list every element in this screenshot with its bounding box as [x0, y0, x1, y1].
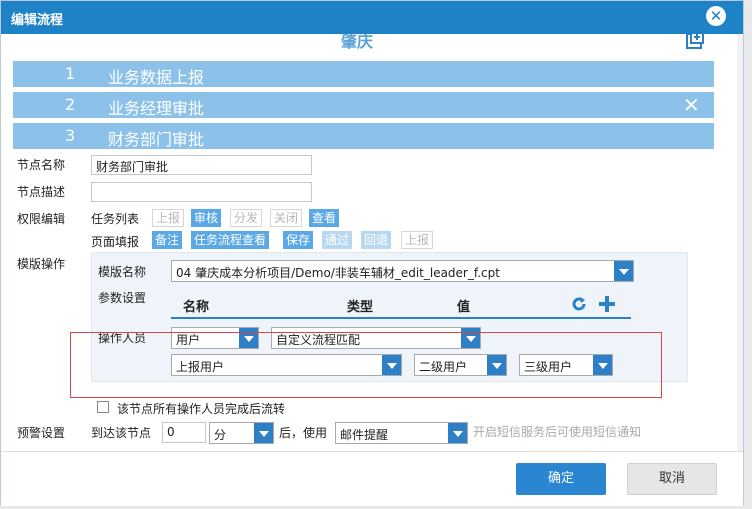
node-desc-label: 节点描述	[17, 185, 66, 199]
template-name-label: 模版名称	[98, 265, 147, 279]
confirm-button[interactable]: 确定	[516, 463, 606, 495]
node-name-input[interactable]: 财务部门审批	[91, 155, 312, 175]
param-name-header: 名称	[183, 300, 210, 315]
close-icon[interactable]: ✕	[706, 6, 726, 26]
page-flow-view-button[interactable]: 任务流程查看	[191, 231, 270, 249]
refresh-icon[interactable]	[570, 295, 588, 313]
step-number: 1	[65, 64, 76, 83]
task-distribute-button[interactable]: 分发	[230, 209, 263, 227]
warning-label: 预警设置	[17, 426, 66, 440]
time-unit-select[interactable]: 分	[209, 422, 274, 444]
arrive-label: 到达该节点	[91, 426, 152, 440]
step-label: 业务数据上报	[108, 68, 205, 87]
step-bar-1[interactable]: 1 业务数据上报	[13, 61, 714, 87]
highlight-box	[70, 332, 662, 398]
permission-label: 权限编辑	[17, 212, 66, 226]
notify-method-value: 邮件提醒	[340, 428, 389, 442]
template-select[interactable]: 04 肇庆成本分析项目/Demo/非装车辅材_edit_leader_f.cpt	[171, 260, 634, 282]
complete-flow-checkbox[interactable]	[97, 401, 109, 413]
page-save-button[interactable]: 保存	[283, 231, 314, 249]
task-report-button[interactable]: 上报	[152, 209, 185, 227]
sms-hint: 开启短信服务后可使用短信通知	[473, 425, 642, 439]
param-header-divider	[171, 317, 631, 319]
node-name-label: 节点名称	[17, 158, 66, 172]
param-type-header: 类型	[347, 300, 374, 315]
page-fill-label: 页面填报	[91, 235, 140, 249]
step-number: 2	[65, 95, 76, 114]
step-label: 业务经理审批	[108, 99, 205, 118]
param-value-header: 值	[457, 300, 471, 315]
step-label: 财务部门审批	[108, 130, 205, 149]
node-desc-input[interactable]	[91, 182, 312, 202]
step-number: 3	[65, 126, 76, 145]
task-close-button[interactable]: 关闭	[270, 209, 303, 227]
delete-step-icon[interactable]: ✕	[683, 93, 700, 117]
plus-icon[interactable]	[598, 295, 616, 313]
page-back-button[interactable]: 回退	[361, 231, 392, 249]
notify-method-select[interactable]: 邮件提醒	[335, 422, 468, 444]
area-title: 肇庆	[341, 34, 374, 51]
edit-flow-dialog: 编辑流程 ✕ 肇庆 1 业务数据上报 2 业务经理审批 ✕ 3 财务部门审批 节…	[0, 0, 744, 506]
cancel-button[interactable]: 取消	[627, 463, 717, 495]
param-label: 参数设置	[98, 291, 147, 305]
arrive-time-input[interactable]: 0	[162, 422, 206, 443]
page-pass-button[interactable]: 通过	[322, 231, 353, 249]
task-list-label: 任务列表	[91, 212, 140, 226]
page-note-button[interactable]: 备注	[152, 231, 183, 249]
template-value: 04 肇庆成本分析项目/Demo/非装车辅材_edit_leader_f.cpt	[176, 266, 500, 280]
complete-flow-label: 该节点所有操作人员完成后流转	[117, 402, 286, 416]
step-bar-3[interactable]: 3 财务部门审批	[13, 123, 714, 149]
dialog-titlebar: 编辑流程 ✕	[1, 1, 743, 34]
page-report-button[interactable]: 上报	[401, 231, 434, 249]
add-step-icon[interactable]	[685, 34, 705, 50]
task-review-button[interactable]: 审核	[191, 209, 222, 227]
template-op-label: 模版操作	[17, 257, 66, 271]
chevron-down-icon[interactable]	[254, 423, 273, 443]
dialog-content: 肇庆 1 业务数据上报 2 业务经理审批 ✕ 3 财务部门审批 节点名称 财务部…	[1, 34, 743, 451]
chevron-down-icon[interactable]	[614, 261, 633, 281]
task-view-button[interactable]: 查看	[309, 209, 340, 227]
after-use-label: 后，使用	[279, 426, 328, 440]
dialog-title: 编辑流程	[11, 13, 64, 28]
step-bar-2[interactable]: 2 业务经理审批 ✕	[13, 92, 714, 118]
chevron-down-icon[interactable]	[448, 423, 467, 443]
dialog-footer: 确定 取消	[1, 451, 743, 506]
vertical-scrollbar[interactable]	[737, 34, 743, 451]
time-unit-value: 分	[214, 428, 227, 442]
